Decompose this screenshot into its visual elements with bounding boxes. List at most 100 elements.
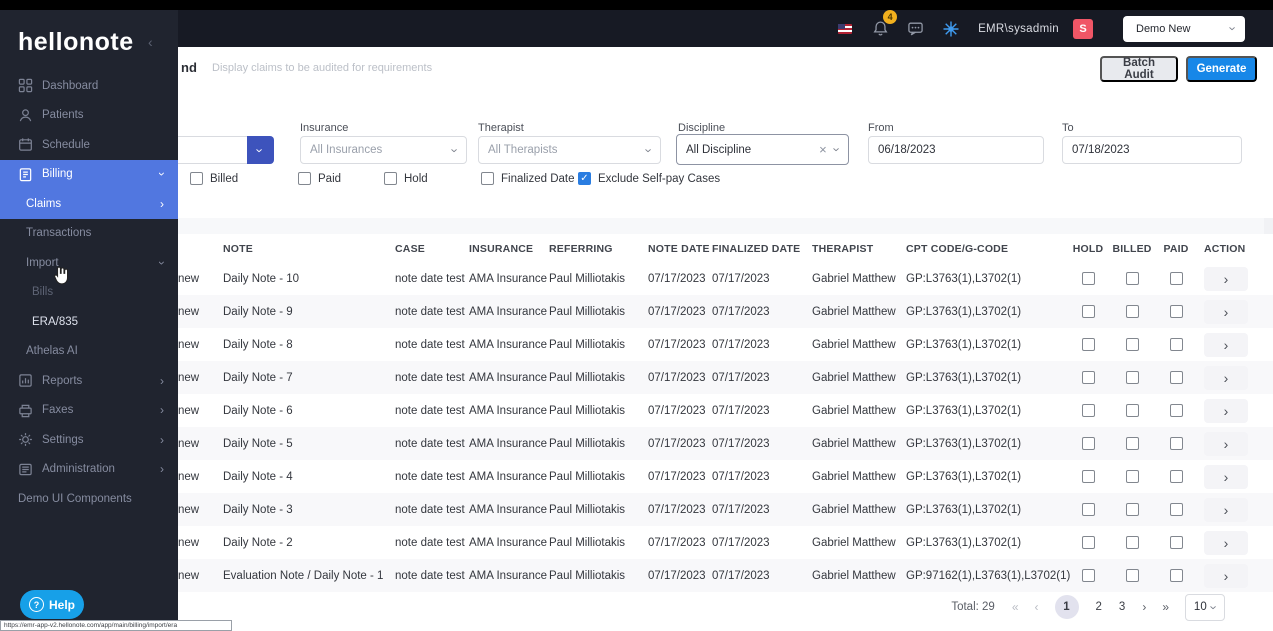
user-avatar[interactable]: S	[1073, 19, 1093, 39]
row-expand-button[interactable]: ›	[1204, 564, 1248, 588]
hold-checkbox[interactable]	[1082, 404, 1095, 417]
sidebar-item-schedule[interactable]: Schedule	[0, 130, 178, 160]
table-row[interactable]: new Daily Note - 4 note date test AMA In…	[60, 460, 1273, 493]
paid-checkbox[interactable]	[1170, 305, 1183, 318]
notifications-bell-icon[interactable]: 4	[872, 20, 889, 37]
insurance-select[interactable]: All Insurances›	[300, 136, 467, 164]
checkbox-icon[interactable]: ✓	[578, 172, 591, 185]
hold-checkbox[interactable]	[1082, 338, 1095, 351]
sparkle-icon[interactable]	[942, 20, 960, 38]
filter-checkbox-paid[interactable]: Paid	[298, 172, 341, 185]
discipline-select[interactable]: All Discipline ×›	[676, 134, 849, 165]
table-row[interactable]: new Daily Note - 9 note date test AMA In…	[60, 295, 1273, 328]
filter-checkbox-billed[interactable]: Billed	[190, 172, 238, 185]
row-expand-button[interactable]: ›	[1204, 465, 1248, 489]
batch-audit-button[interactable]: Batch Audit	[1100, 56, 1178, 82]
sidebar-item-faxes[interactable]: Faxes ›	[0, 396, 178, 426]
last-page-button[interactable]: »	[1162, 600, 1168, 614]
page-number-2[interactable]: 2	[1096, 601, 1102, 613]
sidebar-item-transactions[interactable]: Transactions	[0, 219, 178, 249]
paid-checkbox[interactable]	[1170, 272, 1183, 285]
checkbox-icon[interactable]	[384, 172, 397, 185]
paid-checkbox[interactable]	[1170, 404, 1183, 417]
row-expand-button[interactable]: ›	[1204, 432, 1248, 456]
sidebar-item-claims[interactable]: Claims ›	[0, 189, 178, 219]
hold-checkbox[interactable]	[1082, 272, 1095, 285]
billed-checkbox[interactable]	[1126, 437, 1139, 450]
table-row[interactable]: new Daily Note - 3 note date test AMA In…	[60, 493, 1273, 526]
help-button[interactable]: ? Help	[20, 590, 84, 619]
row-expand-button[interactable]: ›	[1204, 333, 1248, 357]
row-expand-button[interactable]: ›	[1204, 399, 1248, 423]
hold-checkbox[interactable]	[1082, 437, 1095, 450]
checkbox-icon[interactable]	[190, 172, 203, 185]
paid-checkbox[interactable]	[1170, 569, 1183, 582]
sidebar-item-demo-ui-components[interactable]: Demo UI Components	[0, 484, 178, 514]
table-row[interactable]: new Daily Note - 6 note date test AMA In…	[60, 394, 1273, 427]
billed-checkbox[interactable]	[1126, 338, 1139, 351]
first-page-button[interactable]: «	[1012, 600, 1018, 614]
language-flag-icon[interactable]	[838, 24, 852, 34]
page-size-select[interactable]: 10›	[1185, 594, 1225, 621]
table-row[interactable]: new Daily Note - 7 note date test AMA In…	[60, 361, 1273, 394]
hold-checkbox[interactable]	[1082, 503, 1095, 516]
sidebar-item-bills[interactable]: Bills	[0, 278, 178, 308]
page-number-1[interactable]: 1	[1055, 595, 1079, 619]
page-number-3[interactable]: 3	[1119, 601, 1125, 613]
paid-checkbox[interactable]	[1170, 371, 1183, 384]
row-expand-button[interactable]: ›	[1204, 267, 1248, 291]
patient-search-dropdown-button[interactable]: ›	[247, 136, 274, 164]
billed-checkbox[interactable]	[1126, 305, 1139, 318]
table-row[interactable]: new Daily Note - 10 note date test AMA I…	[60, 262, 1273, 295]
filter-checkbox-exclude-self-pay-cases[interactable]: ✓ Exclude Self-pay Cases	[578, 172, 720, 185]
row-expand-button[interactable]: ›	[1204, 366, 1248, 390]
row-expand-button[interactable]: ›	[1204, 498, 1248, 522]
paid-checkbox[interactable]	[1170, 503, 1183, 516]
generate-button[interactable]: Generate	[1186, 56, 1257, 82]
hold-checkbox[interactable]	[1082, 371, 1095, 384]
checkbox-icon[interactable]	[481, 172, 494, 185]
billed-checkbox[interactable]	[1126, 404, 1139, 417]
table-row[interactable]: new Daily Note - 5 note date test AMA In…	[60, 427, 1273, 460]
paid-checkbox[interactable]	[1170, 338, 1183, 351]
billed-checkbox[interactable]	[1126, 272, 1139, 285]
sidebar-item-settings[interactable]: Settings ›	[0, 425, 178, 455]
paid-checkbox[interactable]	[1170, 536, 1183, 549]
table-row[interactable]: new Daily Note - 8 note date test AMA In…	[60, 328, 1273, 361]
sidebar-item-era-835[interactable]: ERA/835	[0, 307, 178, 337]
billed-checkbox[interactable]	[1126, 371, 1139, 384]
sidebar-item-administration[interactable]: Administration ›	[0, 455, 178, 485]
filter-checkbox-finalized-date[interactable]: Finalized Date	[481, 172, 575, 185]
clear-icon[interactable]: ×	[819, 142, 827, 157]
messages-chat-icon[interactable]	[907, 20, 924, 37]
billed-checkbox[interactable]	[1126, 470, 1139, 483]
paid-checkbox[interactable]	[1170, 437, 1183, 450]
table-row[interactable]: new Daily Note - 2 note date test AMA In…	[60, 526, 1273, 559]
sidebar-collapse-icon[interactable]: ‹	[148, 34, 153, 50]
sidebar-item-dashboard[interactable]: Dashboard	[0, 71, 178, 101]
billed-checkbox[interactable]	[1126, 536, 1139, 549]
to-date-input[interactable]: 07/18/2023	[1062, 136, 1242, 164]
checkbox-icon[interactable]	[298, 172, 311, 185]
filter-checkbox-hold[interactable]: Hold	[384, 172, 428, 185]
table-row[interactable]: new Evaluation Note / Daily Note - 1 not…	[60, 559, 1273, 592]
paid-checkbox[interactable]	[1170, 470, 1183, 483]
hold-checkbox[interactable]	[1082, 470, 1095, 483]
row-expand-button[interactable]: ›	[1204, 531, 1248, 555]
hold-checkbox[interactable]	[1082, 536, 1095, 549]
billed-checkbox[interactable]	[1126, 503, 1139, 516]
sidebar-item-patients[interactable]: Patients	[0, 101, 178, 131]
organization-select[interactable]: Demo New›	[1123, 16, 1245, 42]
sidebar-item-athelas-ai[interactable]: Athelas AI	[0, 337, 178, 367]
sidebar-item-reports[interactable]: Reports ›	[0, 366, 178, 396]
billed-checkbox[interactable]	[1126, 569, 1139, 582]
next-page-button[interactable]: ›	[1142, 600, 1145, 614]
row-expand-button[interactable]: ›	[1204, 300, 1248, 324]
hold-checkbox[interactable]	[1082, 305, 1095, 318]
therapist-select[interactable]: All Therapists›	[478, 136, 661, 164]
hold-checkbox[interactable]	[1082, 569, 1095, 582]
previous-page-button[interactable]: ‹	[1035, 600, 1038, 614]
sidebar-item-billing[interactable]: Billing ›	[0, 160, 178, 190]
from-date-input[interactable]: 06/18/2023	[868, 136, 1044, 164]
sidebar-item-import[interactable]: Import ›	[0, 248, 178, 278]
